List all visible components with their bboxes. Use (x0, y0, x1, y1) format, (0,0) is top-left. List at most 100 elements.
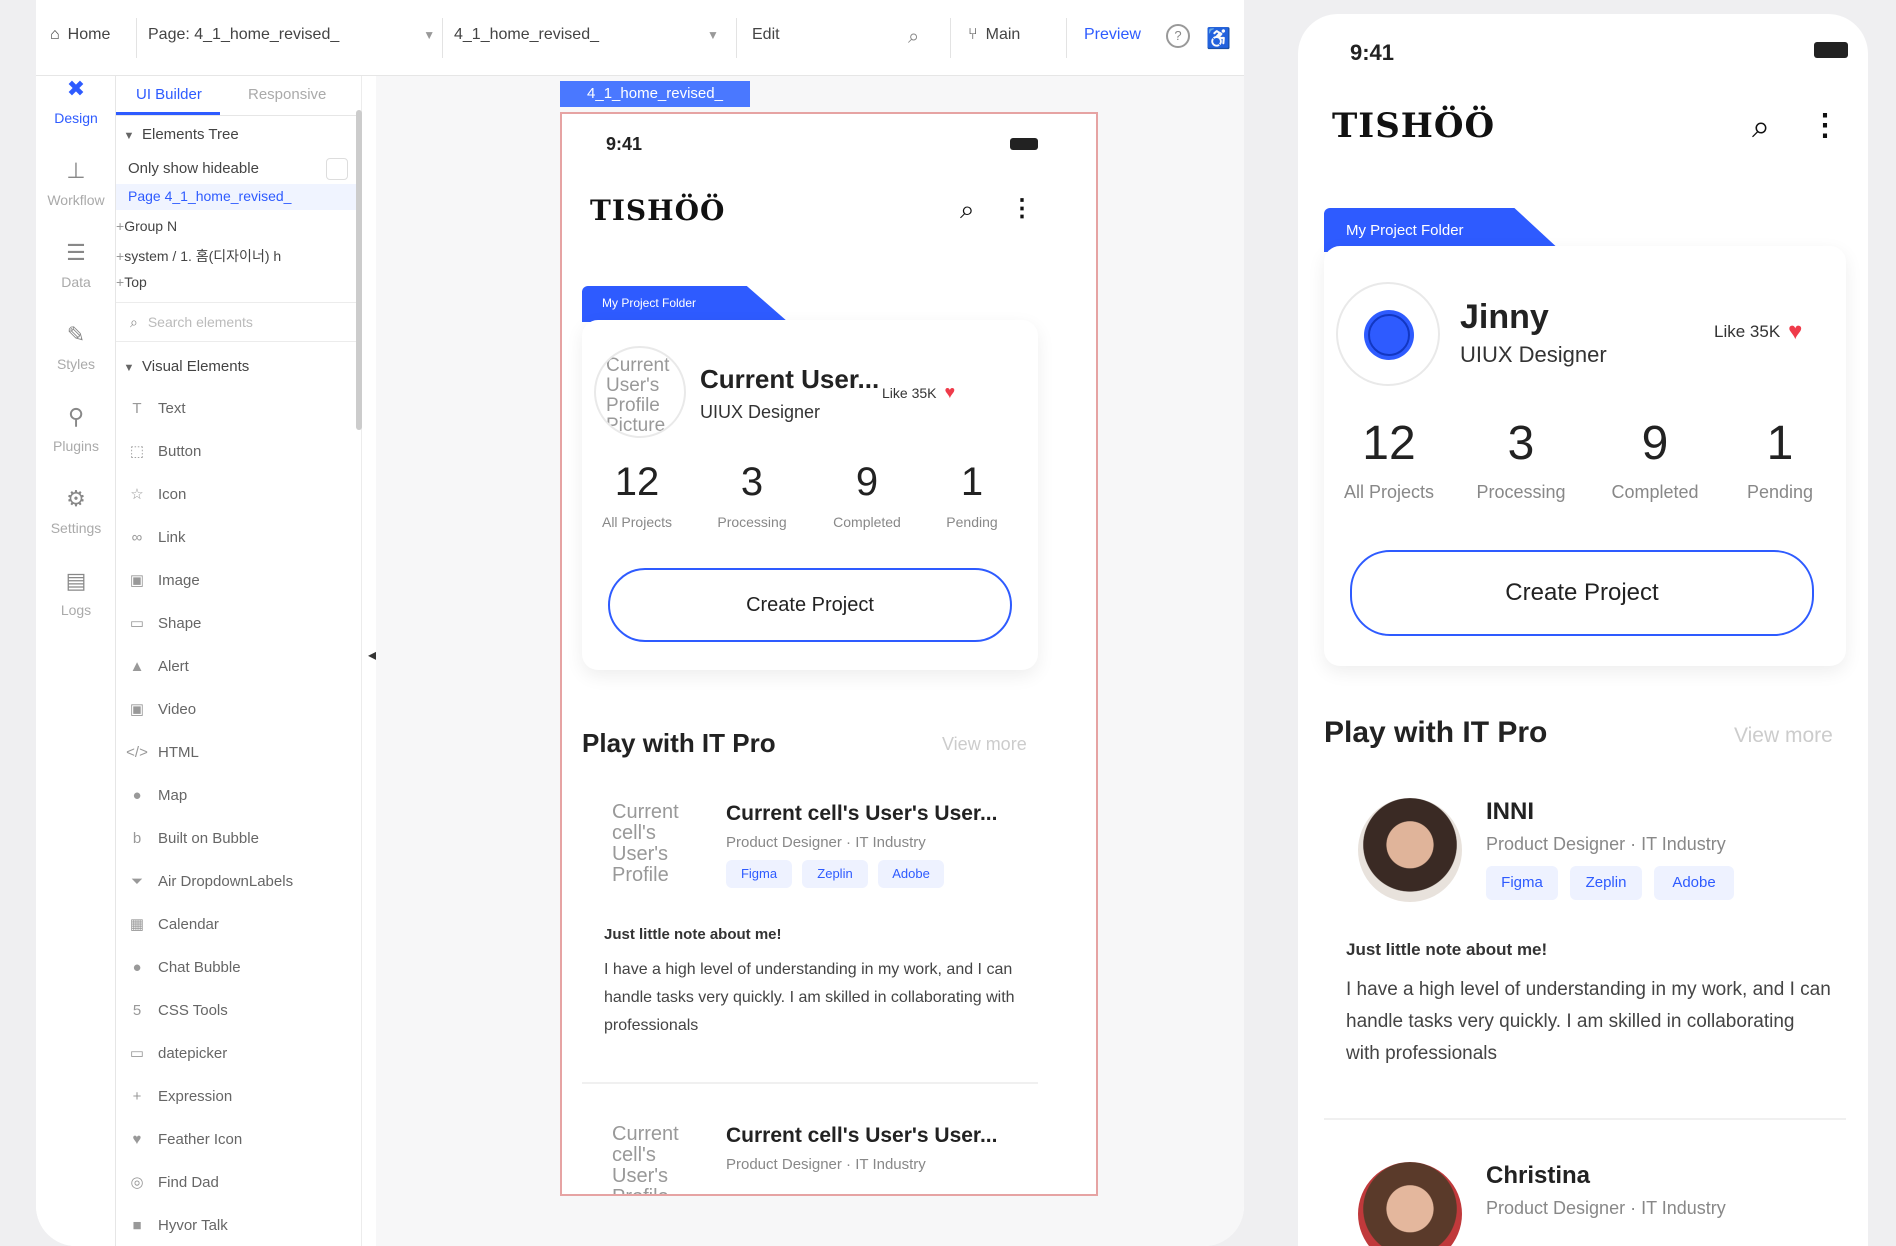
search-icon[interactable]: ⌕ (908, 26, 919, 49)
search-icon[interactable]: ⌕ (1752, 108, 1770, 146)
element-css-tools[interactable]: 5 CSS Tools (116, 990, 362, 1030)
search-icon[interactable]: ⌕ (960, 194, 975, 226)
rail-design[interactable]: ✖ Design (36, 76, 116, 126)
more-vertical-icon[interactable]: ⋮ (1810, 108, 1840, 143)
visual-elements-header[interactable]: ▼ Visual Elements (116, 358, 362, 375)
skill-chip[interactable]: Zeplin (802, 860, 868, 888)
search-elements-input[interactable]: ⌕ Search elements (116, 302, 362, 342)
logo: TISHÖÖ (1332, 106, 1496, 146)
battery-icon (1010, 138, 1038, 150)
search-icon: ⌕ (130, 314, 138, 330)
view-more-link[interactable]: View more (942, 734, 1027, 755)
rail-data[interactable]: ☰ Data (36, 240, 116, 290)
tree-page-node[interactable]: Page 4_1_home_revised_ (116, 184, 362, 210)
battery-icon (1814, 42, 1848, 58)
element-air-dropdownlabels[interactable]: ⏷ Air DropdownLabels (116, 861, 362, 901)
talk-icon: ■ (132, 1216, 142, 1234)
pro-name: Current cell's User's User... (726, 802, 998, 825)
note-body: I have a high level of understanding in … (1346, 979, 1831, 1064)
rail-logs[interactable]: ▤ Logs (36, 568, 116, 618)
tree-node[interactable]: +Group N (116, 218, 362, 234)
image-icon: ▣ (129, 572, 145, 589)
view-more-link[interactable]: View more (1734, 724, 1833, 748)
calendar-icon: ▦ (129, 916, 145, 933)
find-icon: ◎ (130, 1174, 144, 1191)
stat-value: 3 (740, 460, 764, 504)
tree-node[interactable]: +Top (116, 274, 362, 290)
element-calendar[interactable]: ▦ Calendar (116, 904, 362, 944)
divider (1066, 18, 1067, 58)
preview-button[interactable]: Preview (1084, 26, 1141, 44)
skill-chip[interactable]: Zeplin (1570, 866, 1642, 900)
rail-settings[interactable]: ⚙ Settings (36, 486, 116, 536)
tab-responsive[interactable]: Responsive (248, 86, 326, 103)
chevron-down-icon: ▼ (123, 130, 135, 142)
active-tab-indicator (116, 112, 220, 115)
heart-icon[interactable]: ♥ (944, 382, 955, 403)
element-text[interactable]: T Text (116, 388, 362, 428)
element-image[interactable]: ▣ Image (116, 560, 362, 600)
divider (442, 18, 443, 58)
link-icon: ∞ (131, 528, 143, 546)
elements-tree-header[interactable]: ▼ Elements Tree (116, 126, 362, 143)
element-hyvor-talk[interactable]: ■ Hyvor Talk (116, 1205, 362, 1245)
element-video[interactable]: ▣ Video (116, 689, 362, 729)
edit-menu[interactable]: Edit (752, 26, 780, 44)
element-feather-icon[interactable]: ♥ Feather Icon (116, 1119, 362, 1159)
frame-label[interactable]: 4_1_home_revised_ (560, 81, 750, 107)
skill-chip[interactable]: Figma (1486, 866, 1558, 900)
star-icon: ☆ (130, 486, 144, 503)
element-link[interactable]: ∞ Link (116, 517, 362, 557)
create-project-button[interactable]: Create Project (1350, 550, 1814, 636)
only-show-hideable-toggle[interactable]: Only show hideable (116, 158, 362, 180)
page-dropdown[interactable]: Page: 4_1_home_revised_ ▼ (148, 26, 435, 44)
plug-icon: ⚲ (67, 404, 85, 429)
left-rail: ✖ Design ⊥ Workflow ☰ Data ✎ Styles ⚲ Plugins… (36, 76, 116, 1246)
tree-node[interactable]: +system / 1. 홈(디자이너) h (116, 246, 362, 266)
rail-workflow[interactable]: ⊥ Workflow (36, 158, 116, 208)
heart-icon[interactable]: ♥ (1788, 318, 1802, 346)
element-alert[interactable]: ▲ Alert (116, 646, 362, 686)
avatar-image (1364, 310, 1414, 360)
user-role: UIUX Designer (1460, 342, 1607, 367)
stat-value: 1 (1766, 417, 1794, 470)
pro-subtitle: Product Designer · IT Industry (726, 834, 926, 851)
element-expression[interactable]: + Expression (116, 1076, 362, 1116)
element-button[interactable]: ⬚ Button (116, 431, 362, 471)
checkbox[interactable] (326, 158, 348, 180)
element-built-on-bubble[interactable]: b Built on Bubble (116, 818, 362, 858)
pro-photo (1358, 1162, 1462, 1246)
branch-selector[interactable]: ⑂ Main (968, 26, 1020, 44)
pro-avatar-placeholder: Current cell's User's Profile (612, 1123, 679, 1195)
element-chat-bubble[interactable]: ● Chat Bubble (116, 947, 362, 987)
more-vertical-icon[interactable]: ⋮ (1010, 194, 1034, 223)
rail-plugins[interactable]: ⚲ Plugins (36, 404, 116, 454)
element-html[interactable]: </> HTML (116, 732, 362, 772)
panel-scrollbar[interactable] (356, 110, 362, 430)
skill-chip[interactable]: Figma (726, 860, 792, 888)
element-find-dad[interactable]: ◎ Find Dad (116, 1162, 362, 1202)
help-icon[interactable]: ? (1166, 24, 1190, 48)
element-icon[interactable]: ☆ Icon (116, 474, 362, 514)
skill-chip[interactable]: Adobe (1654, 866, 1734, 900)
note-title: Just little note about me! (604, 926, 782, 943)
rail-styles[interactable]: ✎ Styles (36, 322, 116, 372)
home-link[interactable]: ⌂ Home (50, 26, 110, 44)
element-shape[interactable]: ▭ Shape (116, 603, 362, 643)
page-frame[interactable]: 9:41 TISHÖÖ ⌕ ⋮ My Project Folder Curren… (560, 112, 1098, 1196)
tab-ui-builder[interactable]: UI Builder (136, 86, 202, 103)
avatar-placeholder: Current User's Profile Picture (606, 355, 670, 436)
map-pin-icon: ● (132, 786, 142, 804)
note-title: Just little note about me! (1346, 940, 1548, 959)
accessibility-icon[interactable]: ♿ (1206, 26, 1231, 51)
element-datepicker[interactable]: ▭ datepicker (116, 1033, 362, 1073)
avatar: Current User's Profile Picture (594, 346, 686, 438)
skill-chip[interactable]: Adobe (878, 860, 944, 888)
page-select[interactable]: 4_1_home_revised_ ▼ (454, 26, 719, 44)
element-map[interactable]: ● Map (116, 775, 362, 815)
stat-label: All Projects (601, 514, 673, 530)
workflow-icon: ⊥ (66, 158, 86, 183)
create-project-button[interactable]: Create Project (608, 568, 1012, 642)
stat-value: 9 (855, 460, 879, 504)
divider (136, 18, 137, 58)
